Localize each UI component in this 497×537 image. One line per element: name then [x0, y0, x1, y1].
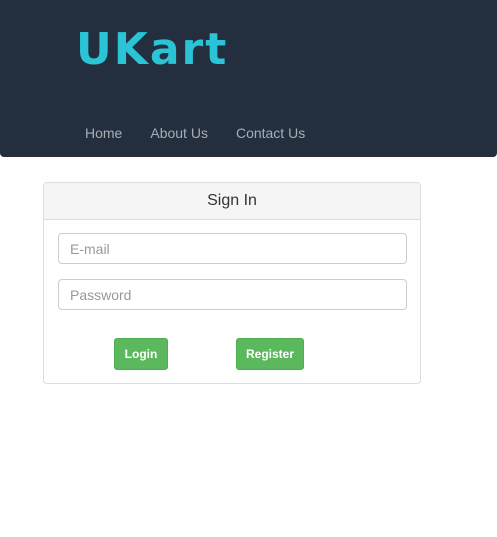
email-input[interactable] [58, 233, 407, 264]
nav-home-link[interactable]: Home [85, 125, 122, 141]
signin-title: Sign In [44, 183, 420, 220]
signin-panel: Sign In Login Register [43, 182, 421, 384]
site-header: UKart Home About Us Contact Us [0, 0, 497, 157]
nav-contact-link[interactable]: Contact Us [236, 125, 305, 141]
main-nav: Home About Us Contact Us [85, 125, 305, 141]
site-logo[interactable]: UKart [76, 24, 228, 76]
nav-about-link[interactable]: About Us [150, 125, 208, 141]
password-input[interactable] [58, 279, 407, 310]
register-button[interactable]: Register [236, 338, 304, 370]
login-button[interactable]: Login [114, 338, 168, 370]
